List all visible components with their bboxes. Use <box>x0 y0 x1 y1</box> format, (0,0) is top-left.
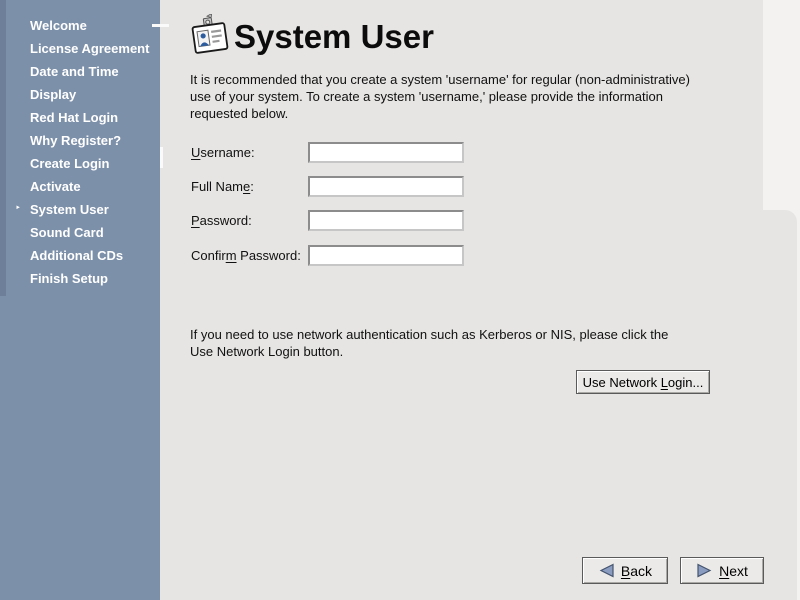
back-arrow-icon <box>598 563 615 578</box>
use-network-login-button[interactable]: Use Network Login... <box>576 370 710 394</box>
sidebar-item-red-hat-login: Red Hat Login <box>0 106 160 129</box>
sidebar-item-welcome: Welcome <box>0 14 160 37</box>
confirm-password-label: Confirm Password: <box>191 245 301 266</box>
page-title: System User <box>234 18 434 56</box>
sidebar-item-date-and-time: Date and Time <box>0 60 160 83</box>
sidebar-item-finish-setup: Finish Setup <box>0 267 160 290</box>
intro-text: It is recommended that you create a syst… <box>190 71 698 122</box>
sidebar-item-license-agreement: License Agreement <box>0 37 160 60</box>
sidebar-item-system-user: ‣ System User <box>0 198 160 221</box>
sidebar-connector-line <box>152 24 169 27</box>
password-label: Password: <box>191 210 252 231</box>
password-input[interactable] <box>308 210 464 231</box>
content-panel-lower <box>160 210 797 600</box>
sidebar-item-activate: Activate <box>0 175 160 198</box>
sidebar-item-sound-card: Sound Card <box>0 221 160 244</box>
confirm-password-input[interactable] <box>308 245 464 266</box>
full-name-label: Full Name: <box>191 176 254 197</box>
sidebar-item-create-login: Create Login <box>0 152 160 175</box>
wizard-step-list: Welcome License Agreement Date and Time … <box>0 14 160 290</box>
next-arrow-icon <box>696 563 713 578</box>
back-button[interactable]: Back <box>582 557 668 584</box>
sidebar-item-display: Display <box>0 83 160 106</box>
sidebar-item-why-register: Why Register? <box>0 129 160 152</box>
active-step-arrow-icon: ‣ <box>15 198 21 221</box>
username-input[interactable] <box>308 142 464 163</box>
firstboot-window: Welcome License Agreement Date and Time … <box>0 0 800 600</box>
panel-notch-line <box>160 147 163 168</box>
sidebar-item-additional-cds: Additional CDs <box>0 244 160 267</box>
network-auth-note: If you need to use network authenticatio… <box>190 326 695 360</box>
username-label: Username: <box>191 142 255 163</box>
wizard-sidebar: Welcome License Agreement Date and Time … <box>0 0 160 600</box>
next-button[interactable]: Next <box>680 557 764 584</box>
full-name-input[interactable] <box>308 176 464 197</box>
id-badge-icon <box>190 14 230 62</box>
